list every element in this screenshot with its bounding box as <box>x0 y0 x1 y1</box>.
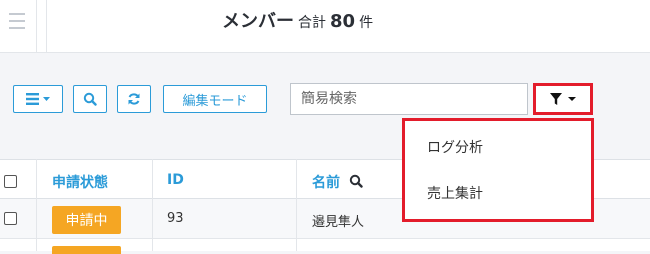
hamburger-icon <box>9 13 25 34</box>
caret-down-icon <box>568 97 576 101</box>
search-icon[interactable] <box>349 174 363 188</box>
column-divider <box>296 159 297 251</box>
header-divider <box>46 0 47 52</box>
filter-dropdown-button[interactable] <box>533 83 593 115</box>
filter-dropdown-menu: ログ分析 売上集計 <box>402 118 594 222</box>
page-header: メンバー 合計 80 件 <box>0 0 650 53</box>
column-header-name-label: 名前 <box>312 175 340 191</box>
page-title-text: メンバー <box>222 11 294 32</box>
search-icon <box>83 92 97 106</box>
row-checkbox[interactable] <box>4 212 17 225</box>
column-header-status[interactable]: 申請状態 <box>52 172 108 192</box>
refresh-icon <box>128 93 140 105</box>
refresh-button[interactable] <box>117 85 151 113</box>
status-badge <box>52 246 121 254</box>
total-unit: 件 <box>359 15 374 31</box>
row-id: 93 <box>167 211 184 226</box>
list-icon <box>26 93 50 105</box>
status-badge: 申請中 <box>52 206 121 234</box>
menu-item-log-analysis[interactable]: ログ分析 <box>427 137 483 157</box>
column-divider <box>152 159 153 251</box>
select-all-checkbox[interactable] <box>4 175 17 188</box>
sidebar-toggle-button[interactable] <box>0 0 37 52</box>
filter-icon <box>550 93 562 105</box>
total-label: 合計 <box>298 15 326 31</box>
quick-search-input[interactable] <box>290 83 528 115</box>
menu-item-sales-summary[interactable]: 売上集計 <box>427 183 483 203</box>
page-title: メンバー 合計 80 件 <box>222 7 374 32</box>
row-name: 邉見隼人 <box>312 215 365 230</box>
edit-mode-button[interactable]: 編集モード <box>163 85 267 113</box>
column-header-id[interactable]: ID <box>167 172 184 188</box>
column-header-name[interactable]: 名前 <box>312 172 363 192</box>
column-divider <box>36 159 37 251</box>
total-count: 80 <box>330 11 356 32</box>
search-button[interactable] <box>73 85 107 113</box>
list-menu-button[interactable] <box>13 85 63 113</box>
